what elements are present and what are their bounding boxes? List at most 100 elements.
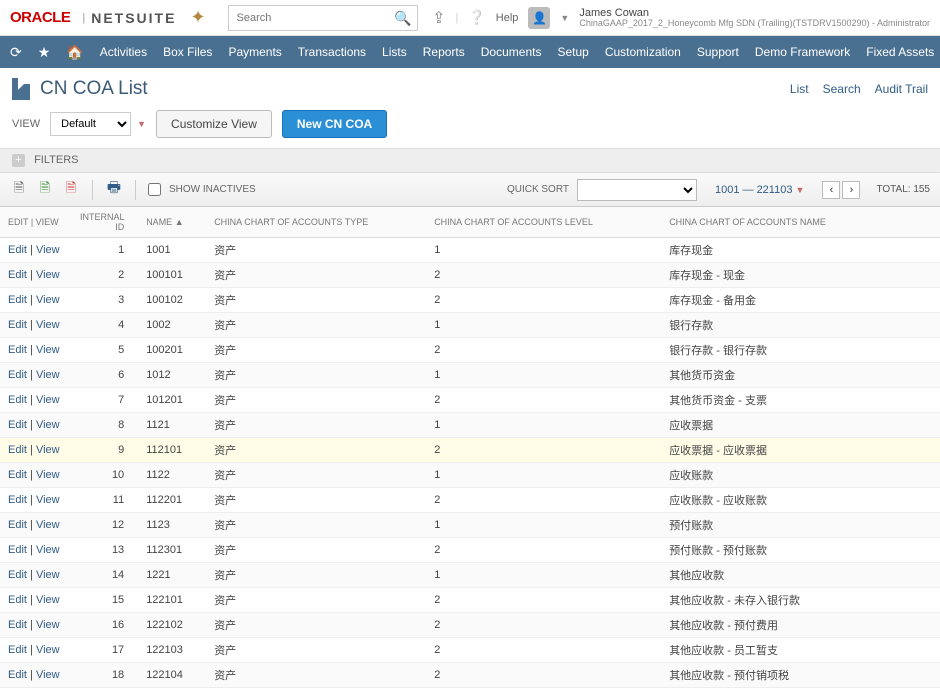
edit-link[interactable]: Edit: [8, 419, 27, 431]
edit-link[interactable]: Edit: [8, 294, 27, 306]
edit-link[interactable]: Edit: [8, 544, 27, 556]
view-link[interactable]: View: [36, 244, 60, 256]
nav-item[interactable]: Customization: [605, 45, 681, 59]
edit-link[interactable]: Edit: [8, 369, 27, 381]
table-row: Edit | View 9 112101 资产 2 应收票据 - 应收票据: [0, 438, 940, 463]
cell-id: 11: [72, 488, 138, 513]
cell-level: 1: [426, 563, 661, 588]
filters-bar[interactable]: + FILTERS: [0, 148, 940, 173]
view-link[interactable]: View: [36, 669, 60, 681]
edit-link[interactable]: Edit: [8, 344, 27, 356]
next-page-icon[interactable]: ›: [842, 181, 860, 199]
col-level[interactable]: CHINA CHART OF ACCOUNTS LEVEL: [426, 207, 661, 238]
table-row: Edit | View 5 100201 资产 2 银行存款 - 银行存款: [0, 338, 940, 363]
cell-level: 2: [426, 663, 661, 688]
range-dropdown[interactable]: 1001 — 221103 ▼: [715, 184, 804, 196]
col-type[interactable]: CHINA CHART OF ACCOUNTS TYPE: [206, 207, 426, 238]
header-link-search[interactable]: Search: [823, 82, 861, 96]
view-link[interactable]: View: [36, 569, 60, 581]
edit-link[interactable]: Edit: [8, 569, 27, 581]
nav-item[interactable]: Demo Framework: [755, 45, 850, 59]
nav-item[interactable]: Activities: [100, 45, 147, 59]
prev-page-icon[interactable]: ‹: [822, 181, 840, 199]
divider: |: [456, 12, 459, 24]
user-block[interactable]: James Cowan ChinaGAAP_2017_2_Honeycomb M…: [579, 7, 930, 29]
nav-item[interactable]: Lists: [382, 45, 407, 59]
nav-item[interactable]: Support: [697, 45, 739, 59]
table-row: Edit | View 10 1122 资产 1 应收账款: [0, 463, 940, 488]
chevron-down-icon[interactable]: ▼: [137, 119, 146, 129]
refresh-icon[interactable]: ⟳: [10, 44, 22, 61]
col-internal-id[interactable]: INTERNAL ID: [72, 207, 138, 238]
table-row: Edit | View 17 122103 资产 2 其他应收款 - 员工暂支: [0, 638, 940, 663]
cell-name: 1121: [138, 413, 206, 438]
show-inactives-checkbox[interactable]: [148, 183, 161, 196]
view-link[interactable]: View: [36, 369, 60, 381]
edit-link[interactable]: Edit: [8, 319, 27, 331]
view-link[interactable]: View: [36, 469, 60, 481]
chevron-down-icon[interactable]: ▼: [560, 13, 569, 23]
home-icon[interactable]: 🏠: [66, 44, 83, 61]
print-icon[interactable]: 🖶: [105, 181, 123, 199]
col-action[interactable]: EDIT | VIEW: [0, 207, 72, 238]
cell-name: 1012: [138, 363, 206, 388]
nav-item[interactable]: Payments: [228, 45, 281, 59]
view-link[interactable]: View: [36, 519, 60, 531]
header-link-audit-trail[interactable]: Audit Trail: [875, 82, 928, 96]
export-csv-icon[interactable]: 🗎: [10, 181, 28, 199]
edit-link[interactable]: Edit: [8, 244, 27, 256]
view-link[interactable]: View: [36, 419, 60, 431]
edit-link[interactable]: Edit: [8, 644, 27, 656]
view-link[interactable]: View: [36, 644, 60, 656]
nav-item[interactable]: Box Files: [163, 45, 212, 59]
view-link[interactable]: View: [36, 394, 60, 406]
cell-level: 2: [426, 538, 661, 563]
help-icon[interactable]: ❔: [468, 9, 485, 26]
edit-link[interactable]: Edit: [8, 494, 27, 506]
nav-item[interactable]: Fixed Assets: [866, 45, 934, 59]
edit-link[interactable]: Edit: [8, 519, 27, 531]
view-link[interactable]: View: [36, 344, 60, 356]
star-icon[interactable]: ★: [38, 44, 51, 61]
expand-icon[interactable]: +: [12, 154, 25, 167]
view-link[interactable]: View: [36, 444, 60, 456]
edit-link[interactable]: Edit: [8, 444, 27, 456]
export-xls-icon[interactable]: 🗎: [36, 181, 54, 199]
edit-link[interactable]: Edit: [8, 469, 27, 481]
view-link[interactable]: View: [36, 269, 60, 281]
share-icon[interactable]: ⇪: [432, 8, 445, 28]
edit-link[interactable]: Edit: [8, 594, 27, 606]
cell-type: 资产: [206, 288, 426, 313]
view-select[interactable]: Default: [50, 112, 131, 136]
cell-type: 资产: [206, 313, 426, 338]
view-link[interactable]: View: [36, 594, 60, 606]
edit-link[interactable]: Edit: [8, 394, 27, 406]
search-icon[interactable]: 🔍: [394, 10, 411, 27]
view-link[interactable]: View: [36, 619, 60, 631]
cell-level: 1: [426, 363, 661, 388]
nav-item[interactable]: Setup: [557, 45, 588, 59]
edit-link[interactable]: Edit: [8, 669, 27, 681]
view-link[interactable]: View: [36, 294, 60, 306]
view-link[interactable]: View: [36, 494, 60, 506]
col-name[interactable]: NAME ▲: [138, 207, 206, 238]
nav-item[interactable]: Reports: [423, 45, 465, 59]
col-acct-name[interactable]: CHINA CHART OF ACCOUNTS NAME: [661, 207, 940, 238]
export-pdf-icon[interactable]: 🗎: [62, 181, 80, 199]
edit-link[interactable]: Edit: [8, 269, 27, 281]
help-label[interactable]: Help: [496, 12, 519, 24]
new-cn-coa-button[interactable]: New CN COA: [282, 110, 387, 138]
cell-acct-name: 其他货币资金 - 支票: [661, 388, 940, 413]
search-input[interactable]: [228, 5, 418, 31]
avatar-icon[interactable]: 👤: [528, 7, 550, 29]
nav-item[interactable]: Transactions: [298, 45, 366, 59]
quick-sort-select[interactable]: [577, 179, 697, 201]
header-link-list[interactable]: List: [790, 82, 809, 96]
customize-view-button[interactable]: Customize View: [156, 110, 272, 138]
view-link[interactable]: View: [36, 319, 60, 331]
view-link[interactable]: View: [36, 544, 60, 556]
nav-item[interactable]: Documents: [481, 45, 542, 59]
cell-level: 1: [426, 313, 661, 338]
netsuite-logo: NETSUITE: [91, 10, 176, 26]
edit-link[interactable]: Edit: [8, 619, 27, 631]
